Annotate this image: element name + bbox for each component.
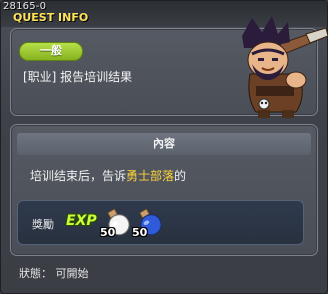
content-section-header: 內容 bbox=[17, 133, 311, 155]
exp-icon: EXP bbox=[66, 213, 97, 229]
item-count: 50 bbox=[100, 226, 116, 239]
quest-description: 培训结束后，告诉勇士部落的 bbox=[30, 167, 186, 184]
reward-item-blue-potion[interactable]: 50 bbox=[130, 205, 166, 239]
window-title: QUEST INFO bbox=[13, 11, 89, 24]
description-text: 培训结束后，告诉 bbox=[30, 169, 127, 183]
reward-item-white-potion[interactable]: 50 bbox=[98, 205, 134, 239]
npc-name-highlight[interactable]: 勇士部落 bbox=[126, 169, 174, 183]
npc-character-portrait bbox=[242, 16, 328, 118]
quest-status: 狀態： 可開始 bbox=[19, 267, 89, 280]
reward-label: 獎勵 bbox=[32, 218, 54, 231]
description-suffix: 的 bbox=[174, 169, 187, 183]
item-count: 50 bbox=[132, 226, 148, 239]
category-badge: 一般 bbox=[19, 42, 83, 61]
quest-name: [职业] 报告培训结果 bbox=[23, 70, 133, 84]
